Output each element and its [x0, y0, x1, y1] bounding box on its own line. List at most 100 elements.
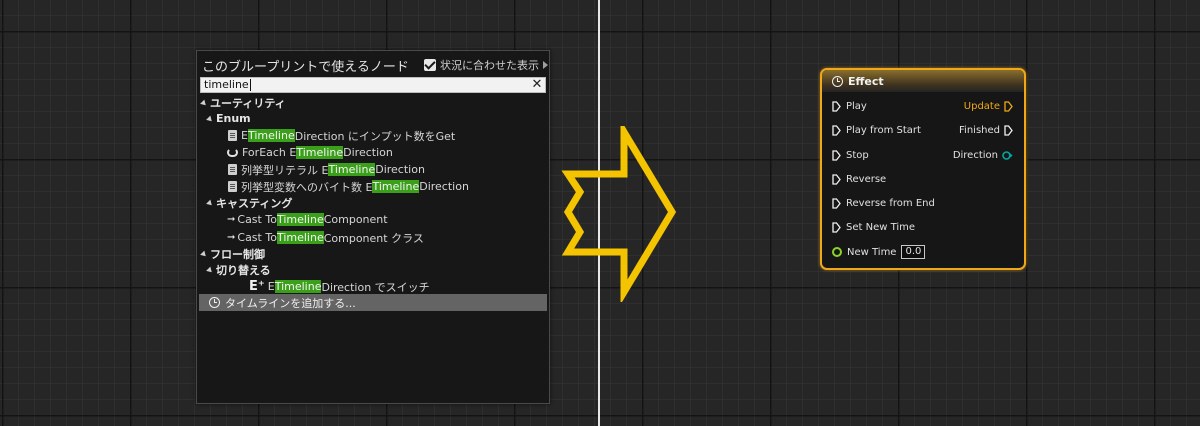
category-label: Enum [216, 112, 251, 125]
item-text: タイムラインを追加する... [225, 296, 356, 310]
pin-label: Play from Start [846, 124, 921, 136]
category-switch[interactable]: 切り替える [206, 261, 271, 278]
category-utility[interactable]: ユーティリティ [200, 94, 286, 111]
exec-pin-icon[interactable] [1004, 100, 1013, 112]
pin-label: Set New Time [846, 221, 916, 233]
clock-icon [209, 297, 220, 308]
cast-arrow-icon: ➞ [227, 214, 236, 225]
exec-pin-icon[interactable] [1004, 124, 1013, 136]
exec-pin-icon[interactable] [832, 149, 841, 161]
item-text: 列挙型変数へのバイト数 E [241, 180, 373, 194]
item-text: Direction [375, 163, 425, 176]
search-highlight: Timeline [296, 146, 344, 159]
timeline-node[interactable]: Effect Play Play from Start Stop Reverse… [820, 68, 1026, 270]
node-title: Effect [848, 74, 884, 88]
expand-triangle-icon[interactable] [206, 199, 214, 207]
search-input[interactable]: timeline ✕ [200, 77, 546, 93]
context-sensitive-toggle[interactable]: 状況に合わせた表示 [424, 57, 548, 73]
new-time-input[interactable]: 0.0 [901, 245, 926, 259]
pin-label: Play [846, 100, 867, 112]
category-label: ユーティリティ [210, 96, 286, 110]
expand-triangle-icon[interactable] [206, 115, 214, 123]
item-text: Direction でスイッチ [321, 280, 430, 294]
item-text: Direction [343, 146, 393, 159]
category-label: フロー制御 [210, 247, 265, 261]
action-item-enum-literal[interactable]: 列挙型リテラル E Timeline Direction [227, 161, 425, 178]
search-highlight: Timeline [247, 129, 295, 142]
pin-label: New Time [847, 246, 897, 258]
action-item-foreach-enum[interactable]: ForEach E Timeline Direction [227, 144, 393, 161]
node-header[interactable]: Effect [822, 70, 1024, 92]
context-sensitive-checkbox[interactable] [424, 59, 436, 71]
pin-label: Stop [846, 149, 869, 161]
chevron-right-icon[interactable] [543, 61, 548, 69]
pin-label: Reverse [846, 173, 887, 185]
item-text: 列挙型リテラル E [241, 163, 329, 177]
pin-set-new-time[interactable]: Set New Time [832, 219, 915, 235]
category-label: キャスティング [216, 196, 293, 210]
search-highlight: Timeline [274, 280, 322, 293]
search-highlight: Timeline [276, 231, 324, 244]
pin-stop[interactable]: Stop [832, 147, 869, 163]
pin-label: Finished [959, 124, 1000, 136]
item-text: ForEach E [242, 146, 297, 159]
pin-label: Reverse from End [846, 197, 935, 209]
item-text: E [267, 280, 275, 293]
exec-pin-icon[interactable] [832, 221, 841, 233]
search-highlight: Timeline [372, 180, 420, 193]
cast-arrow-icon: ➞ [227, 232, 236, 243]
expand-triangle-icon[interactable] [200, 99, 208, 107]
exec-pin-icon[interactable] [832, 197, 841, 209]
function-doc-icon [228, 130, 237, 141]
search-value[interactable]: timeline [201, 78, 249, 92]
pin-play-from-start[interactable]: Play from Start [832, 122, 921, 138]
action-item-byte-to-enum[interactable]: 列挙型変数へのバイト数 E Timeline Direction [227, 178, 469, 195]
item-text: Cast To [237, 213, 277, 226]
action-item-cast-to-component[interactable]: ➞ Cast To Timeline Component [227, 211, 388, 228]
action-item-add-timeline[interactable]: タイムラインを追加する... [199, 294, 547, 311]
loop-icon [227, 148, 238, 157]
pin-update[interactable]: Update [964, 98, 1013, 114]
item-text: Cast To [237, 231, 277, 244]
item-text: Component [323, 213, 388, 226]
close-icon[interactable]: ✕ [531, 78, 543, 92]
exec-pin-icon[interactable] [832, 173, 841, 185]
item-text: E [241, 129, 248, 142]
search-highlight: Timeline [276, 213, 324, 226]
function-doc-icon [228, 164, 237, 175]
context-sensitive-label: 状況に合わせた表示 [440, 59, 539, 72]
expand-triangle-icon[interactable] [200, 250, 208, 258]
exec-pin-icon[interactable] [832, 124, 841, 136]
pin-finished[interactable]: Finished [959, 122, 1013, 138]
text-caret [249, 79, 251, 91]
search-highlight: Timeline [328, 163, 376, 176]
menu-title: このブループリントで使えるノード [202, 60, 409, 75]
expand-triangle-icon[interactable] [206, 266, 214, 274]
blueprint-action-menu: このブループリントで使えるノード 状況に合わせた表示 timeline ✕ ユー… [196, 50, 550, 404]
category-flow-control[interactable]: フロー制御 [200, 245, 265, 262]
pin-reverse-from-end[interactable]: Reverse from End [832, 195, 935, 211]
menu-header: このブループリントで使えるノード 状況に合わせた表示 [197, 51, 549, 77]
pin-reverse[interactable]: Reverse [832, 171, 886, 187]
category-enum[interactable]: Enum [206, 110, 251, 127]
action-item-switch-on-enum[interactable]: E⁺ E Timeline Direction でスイッチ [249, 278, 430, 295]
pin-play[interactable]: Play [832, 98, 867, 114]
action-item-cast-to-component-class[interactable]: ➞ Cast To Timeline Component クラス [227, 229, 424, 246]
pin-label: Direction [952, 149, 998, 161]
float-pin-icon[interactable] [832, 247, 842, 257]
enum-pin-icon[interactable] [1002, 150, 1013, 160]
action-item-enum-count[interactable]: E Timeline Direction にインプット数をGet [227, 127, 455, 144]
pin-new-time[interactable]: New Time 0.0 [832, 244, 926, 260]
exec-pin-icon[interactable] [832, 100, 841, 112]
category-casting[interactable]: キャスティング [206, 194, 293, 211]
pin-direction[interactable]: Direction [953, 147, 1013, 163]
arrow-right-icon [561, 126, 677, 302]
pin-label: Update [963, 100, 1000, 112]
item-text: Component クラス [323, 231, 424, 245]
item-text: Direction にインプット数をGet [294, 129, 456, 143]
switch-icon: E⁺ [249, 279, 265, 294]
function-doc-icon [228, 181, 237, 192]
item-text: Direction [419, 180, 469, 193]
category-label: 切り替える [216, 263, 271, 277]
clock-icon [832, 75, 843, 87]
